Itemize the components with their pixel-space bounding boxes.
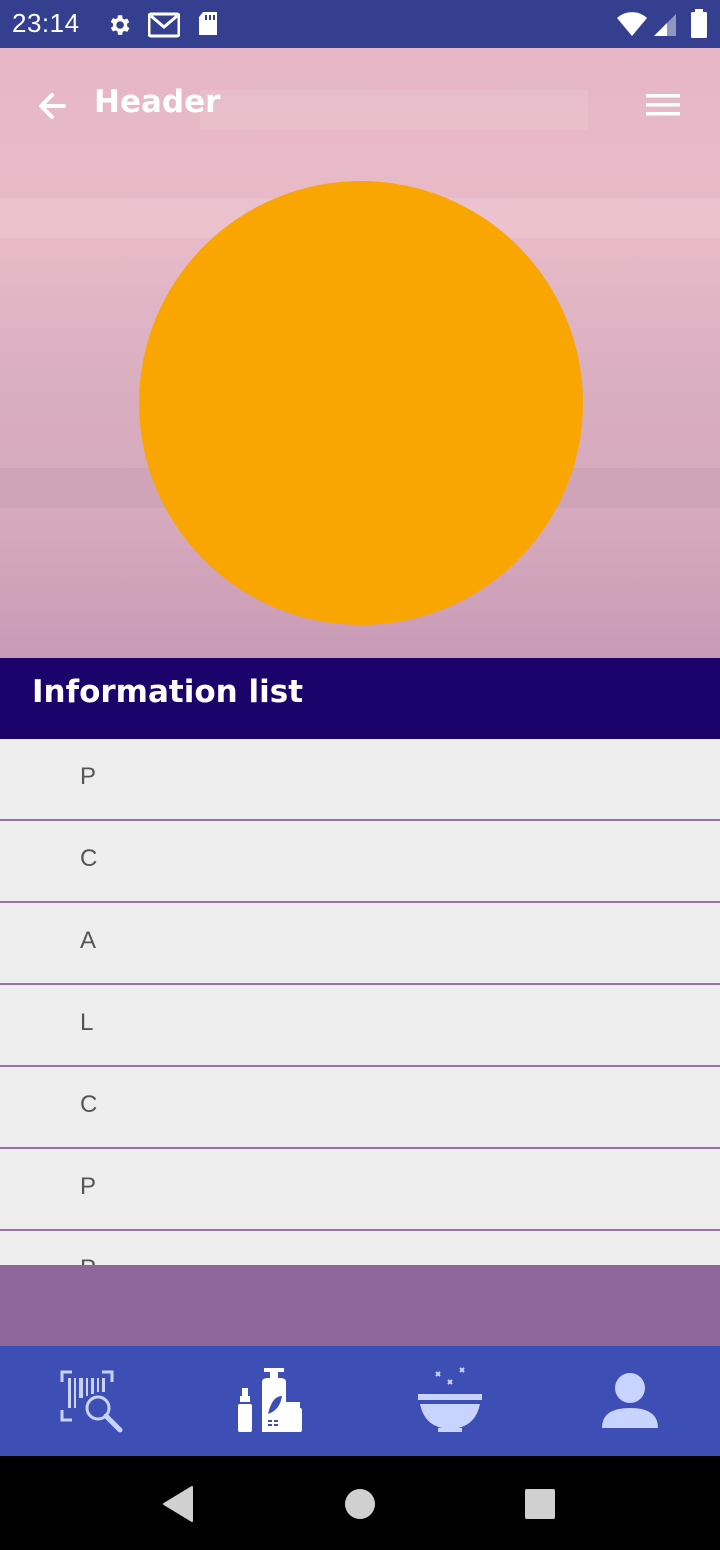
user-icon (602, 1373, 658, 1428)
header-title: Header (94, 84, 221, 120)
status-bar: 23:14 (0, 0, 720, 48)
bowl-icon (418, 1367, 482, 1432)
list-item[interactable]: C (0, 821, 720, 903)
header-search-area[interactable] (200, 90, 588, 130)
system-back-button[interactable] (160, 1484, 200, 1524)
list-item[interactable]: A (0, 903, 720, 985)
status-time: 23:14 (12, 8, 80, 38)
header-hero: Header (0, 48, 720, 658)
information-list: P C A L C P P (0, 739, 720, 1265)
list-item-label: L (80, 1009, 94, 1036)
gear-icon (106, 12, 132, 42)
sd-card-icon (197, 11, 219, 41)
back-triangle-icon (163, 1486, 193, 1522)
list-item[interactable]: P (0, 1149, 720, 1231)
list-item-label: C (80, 1091, 98, 1118)
signal-icon (652, 12, 678, 42)
list-item-label: C (80, 845, 98, 872)
purple-band (0, 1265, 720, 1346)
nav-bowl[interactable] (414, 1366, 486, 1438)
back-button[interactable] (30, 84, 74, 128)
nav-barcode-search[interactable] (56, 1366, 128, 1438)
home-circle-icon (345, 1489, 375, 1519)
system-home-button[interactable] (340, 1484, 380, 1524)
barcode-search-icon (60, 1370, 123, 1433)
list-item-label: P (80, 1255, 96, 1265)
list-item[interactable]: L (0, 985, 720, 1067)
bottom-navigation (0, 1346, 720, 1456)
wifi-icon (616, 12, 648, 42)
section-header: Information list (0, 658, 720, 739)
nav-cosmetics[interactable] (234, 1366, 306, 1438)
list-item-label: P (80, 763, 97, 790)
hamburger-menu-icon (646, 94, 680, 116)
list-item-label: P (80, 1173, 97, 1200)
recents-square-icon (525, 1489, 555, 1519)
list-item[interactable]: P (0, 739, 720, 821)
list-item[interactable]: C (0, 1067, 720, 1149)
section-title: Information list (32, 674, 304, 710)
orange-circle-image (139, 181, 583, 625)
system-navigation-bar (0, 1456, 720, 1550)
nav-profile[interactable] (594, 1366, 666, 1438)
list-item-label: A (80, 927, 97, 954)
arrow-back-icon (39, 93, 66, 119)
menu-button[interactable] (640, 86, 686, 126)
cosmetics-bottles-icon (238, 1368, 302, 1432)
list-item[interactable]: P (0, 1231, 720, 1265)
system-recents-button[interactable] (520, 1484, 560, 1524)
battery-icon (690, 9, 708, 43)
gmail-icon (147, 12, 181, 42)
